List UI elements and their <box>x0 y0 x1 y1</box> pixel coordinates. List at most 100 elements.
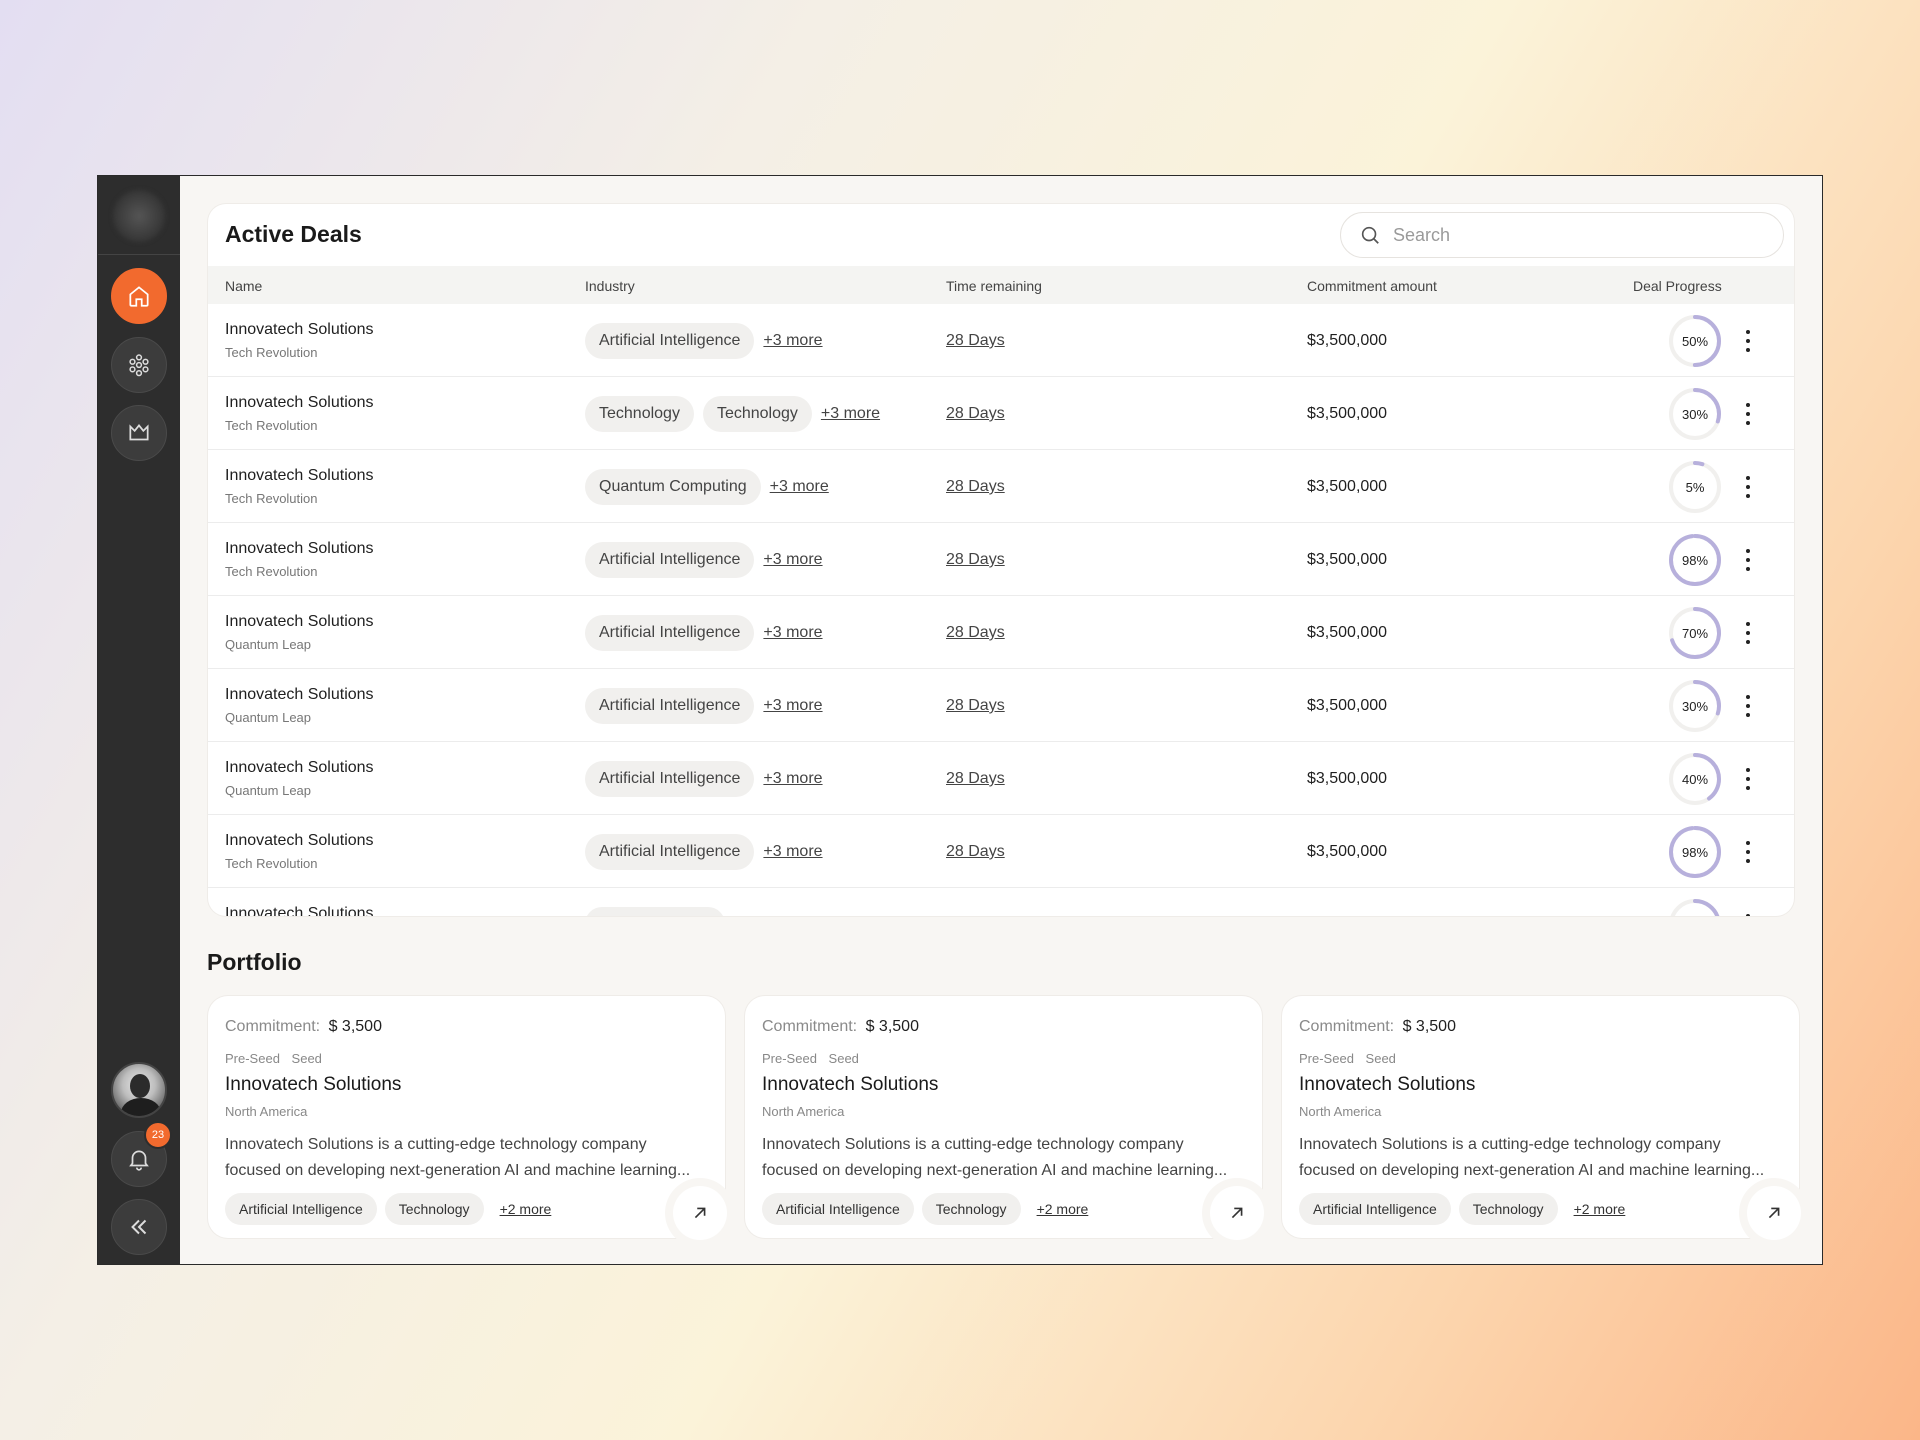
bell-icon <box>129 1150 149 1171</box>
card-tags: Artificial Intelligence Technology +2 mo… <box>762 1193 1088 1225</box>
deal-progress-label: 50% <box>1681 333 1709 349</box>
industry-tag <box>585 907 725 916</box>
open-card-button[interactable] <box>673 1186 727 1240</box>
deal-name-cell: Innovatech Solutions Quantum Leap <box>225 613 374 652</box>
company-description: Innovatech Solutions is a cutting-edge t… <box>1299 1136 1765 1179</box>
row-more-options-icon[interactable] <box>1745 622 1751 644</box>
more-tags-link[interactable]: +3 more <box>763 551 822 569</box>
more-tags-link[interactable]: +3 more <box>770 478 829 496</box>
open-card-button[interactable] <box>1747 1186 1801 1240</box>
column-time-remaining[interactable]: Time remaining <box>946 278 1042 294</box>
more-tags-link[interactable]: +2 more <box>1037 1201 1089 1217</box>
row-more-options-icon[interactable] <box>1745 549 1751 571</box>
time-remaining[interactable]: 28 Days <box>946 405 1005 423</box>
nav-crown-button[interactable] <box>111 405 167 461</box>
nav-home-button[interactable] <box>111 268 167 324</box>
deal-progress-label <box>1667 897 1723 916</box>
more-tags-link[interactable]: +3 more <box>763 843 822 861</box>
company-name: Innovatech Solutions <box>762 1074 939 1095</box>
stage-label: Seed <box>291 1051 322 1066</box>
sidebar: 23 <box>98 176 180 1264</box>
deal-name: Innovatech Solutions <box>225 686 374 703</box>
table-row[interactable]: Innovatech Solutions Tech Revolution Art… <box>208 815 1794 888</box>
industry-tag: Technology <box>921 1193 1021 1225</box>
row-more-options-icon[interactable] <box>1745 914 1751 916</box>
card-tags: Artificial Intelligence Technology +2 mo… <box>225 1193 551 1225</box>
row-more-options-icon[interactable] <box>1745 695 1751 717</box>
deal-progress-label: 98% <box>1681 552 1709 568</box>
more-tags-link[interactable]: +3 more <box>763 770 822 788</box>
stage-label: Pre-Seed <box>762 1051 817 1066</box>
deal-name-cell: Innovatech Solutions Tech Revolution <box>225 394 374 433</box>
table-row[interactable]: Innovatech Solutions Quantum Leap Artifi… <box>208 742 1794 815</box>
table-row[interactable]: Innovatech Solutions Quantum Leap Artifi… <box>208 669 1794 742</box>
row-more-options-icon[interactable] <box>1745 768 1751 790</box>
row-more-options-icon[interactable] <box>1745 841 1751 863</box>
column-deal-progress[interactable]: Deal Progress <box>1633 278 1722 294</box>
column-commitment-amount[interactable]: Commitment amount <box>1307 278 1437 294</box>
deal-subtitle: Tech Revolution <box>225 418 318 433</box>
deal-progress-ring: 30% <box>1667 678 1723 734</box>
more-tags-link[interactable]: +3 more <box>763 697 822 715</box>
industry-tag: Technology <box>702 396 812 432</box>
portfolio-card[interactable]: Commitment: $ 3,500 Pre-Seed Seed Innova… <box>208 996 727 1240</box>
search-box[interactable] <box>1340 212 1784 258</box>
collapse-sidebar-button[interactable] <box>111 1199 167 1255</box>
notification-badge: 23 <box>144 1121 172 1149</box>
deal-progress-label: 30% <box>1681 406 1709 422</box>
deal-name: Innovatech Solutions <box>225 467 374 484</box>
home-icon <box>129 286 149 307</box>
table-row[interactable]: Innovatech Solutions Quantum Leap Artifi… <box>208 596 1794 669</box>
search-input[interactable] <box>1393 224 1753 246</box>
time-remaining[interactable]: 28 Days <box>946 332 1005 350</box>
more-tags-link[interactable]: +2 more <box>1574 1201 1626 1217</box>
time-remaining[interactable]: 28 Days <box>946 551 1005 569</box>
portfolio-card[interactable]: Commitment: $ 3,500 Pre-Seed Seed Innova… <box>1282 996 1801 1240</box>
table-row[interactable]: Innovatech Solutions <box>208 888 1794 916</box>
industry-tag: Artificial Intelligence <box>225 1193 377 1225</box>
table-row[interactable]: Innovatech Solutions Tech Revolution Art… <box>208 304 1794 377</box>
time-remaining[interactable]: 28 Days <box>946 770 1005 788</box>
time-remaining[interactable]: 28 Days <box>946 843 1005 861</box>
portfolio-card[interactable]: Commitment: $ 3,500 Pre-Seed Seed Innova… <box>745 996 1264 1240</box>
more-tags-link[interactable]: +3 more <box>763 624 822 642</box>
table-row[interactable]: Innovatech Solutions Tech Revolution Tec… <box>208 377 1794 450</box>
time-remaining[interactable]: 28 Days <box>946 624 1005 642</box>
deal-progress-label: 40% <box>1681 771 1709 787</box>
network-icon <box>129 354 149 377</box>
more-tags-link[interactable]: +3 more <box>821 405 880 423</box>
row-more-options-icon[interactable] <box>1745 403 1751 425</box>
deal-subtitle: Quantum Leap <box>225 637 312 652</box>
deal-subtitle: Quantum Leap <box>225 783 312 798</box>
industry-tag: Artificial Intelligence <box>585 615 755 651</box>
deal-name-cell: Innovatech Solutions Tech Revolution <box>225 467 374 506</box>
deal-name: Innovatech Solutions <box>225 321 374 338</box>
column-name[interactable]: Name <box>225 278 262 294</box>
column-industry[interactable]: Industry <box>585 278 635 294</box>
row-more-options-icon[interactable] <box>1745 476 1751 498</box>
active-deals-panel: Active Deals Name Industry Time remainin… <box>208 204 1794 916</box>
open-card-button[interactable] <box>1210 1186 1264 1240</box>
table-row[interactable]: Innovatech Solutions Tech Revolution Art… <box>208 523 1794 596</box>
deal-subtitle: Tech Revolution <box>225 564 318 579</box>
row-more-options-icon[interactable] <box>1745 330 1751 352</box>
table-row[interactable]: Innovatech Solutions Tech Revolution Qua… <box>208 450 1794 523</box>
commitment-label: Commitment: <box>225 1018 321 1035</box>
commitment-amount: $3,500,000 <box>1307 843 1388 860</box>
user-avatar[interactable] <box>111 1062 167 1118</box>
commitment-amount: $3,500,000 <box>1307 405 1388 422</box>
commitment-value: $ 3,500 <box>328 1018 382 1035</box>
more-tags-link[interactable]: +2 more <box>500 1201 552 1217</box>
more-tags-link[interactable]: +3 more <box>763 332 822 350</box>
nav-network-button[interactable] <box>111 337 167 393</box>
crown-icon <box>129 424 149 441</box>
deal-name-cell: Innovatech Solutions Tech Revolution <box>225 832 374 871</box>
deal-subtitle: Tech Revolution <box>225 491 318 506</box>
arrow-up-right-icon <box>1231 1207 1243 1219</box>
industry-cell: Technology Technology +3 more <box>585 396 880 432</box>
time-remaining[interactable]: 28 Days <box>946 697 1005 715</box>
stages: Pre-Seed Seed <box>225 1051 330 1066</box>
card-tags: Artificial Intelligence Technology +2 mo… <box>1299 1193 1625 1225</box>
commitment-value: $ 3,500 <box>1402 1018 1456 1035</box>
time-remaining[interactable]: 28 Days <box>946 478 1005 496</box>
